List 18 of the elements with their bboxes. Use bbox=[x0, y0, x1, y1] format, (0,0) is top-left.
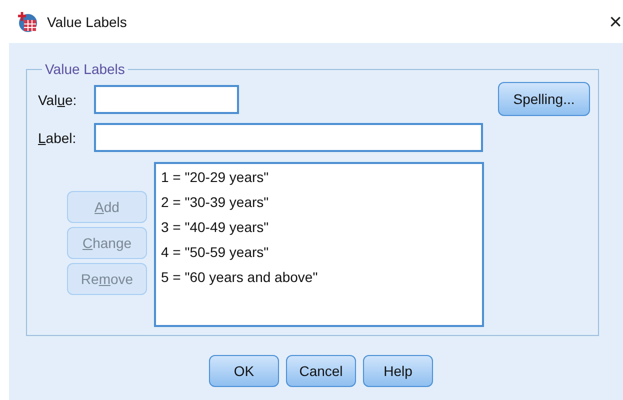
help-button[interactable]: Help bbox=[363, 355, 433, 387]
group-title: Value Labels bbox=[44, 61, 126, 77]
input-field[interactable] bbox=[94, 85, 239, 114]
ok-button[interactable]: OK bbox=[209, 355, 279, 387]
list-item[interactable]: 1 = "20-29 years" bbox=[160, 168, 270, 187]
value-label-list[interactable]: 1 = "20-29 years" 2 = "30-39 years" 3 = "40-49 years" 4 = "50-59 years" 5 = "60 years and above" bbox=[154, 162, 484, 327]
spelling-button[interactable]: Spelling... bbox=[498, 82, 590, 116]
cancel-button[interactable]: Cancel bbox=[286, 355, 356, 387]
field-label: Value: bbox=[38, 92, 78, 108]
list-item[interactable]: 2 = "30-39 years" bbox=[160, 193, 270, 212]
close-button[interactable]: × bbox=[608, 10, 623, 32]
list-item[interactable]: 3 = "40-49 years" bbox=[160, 218, 270, 237]
window-title: Value Labels bbox=[47, 14, 127, 30]
field-label: Label: bbox=[38, 130, 78, 146]
input-field[interactable] bbox=[94, 123, 483, 152]
list-item[interactable]: 5 = "60 years and above" bbox=[160, 268, 319, 287]
list-item[interactable]: 4 = "50-59 years" bbox=[160, 243, 270, 262]
table-icon bbox=[17, 10, 39, 32]
